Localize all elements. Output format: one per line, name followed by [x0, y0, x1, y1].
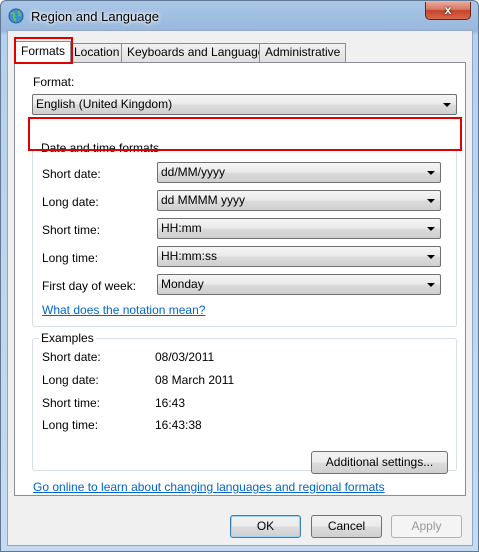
tab-strip: Formats Location Keyboards and Languages…	[8, 41, 472, 63]
chevron-down-icon	[427, 283, 435, 287]
short-date-label: Short date:	[42, 167, 101, 181]
long-date-dropdown[interactable]: dd MMMM yyyy	[157, 190, 441, 211]
cancel-button[interactable]: Cancel	[311, 515, 382, 538]
globe-icon	[8, 8, 24, 24]
long-date-label: Long date:	[42, 195, 99, 209]
short-time-dropdown[interactable]: HH:mm	[157, 218, 441, 239]
tab-formats[interactable]: Formats	[15, 41, 72, 63]
format-label: Format:	[33, 75, 75, 89]
example-long-date-label: Long date:	[42, 373, 99, 387]
tab-administrative[interactable]: Administrative	[259, 43, 347, 62]
chevron-down-icon	[427, 171, 435, 175]
example-long-time-label: Long time:	[42, 418, 99, 432]
short-time-value: HH:mm	[161, 221, 202, 235]
long-time-dropdown[interactable]: HH:mm:ss	[157, 246, 441, 267]
long-time-label: Long time:	[42, 251, 99, 265]
online-formats-link[interactable]: Go online to learn about changing langua…	[33, 480, 385, 494]
first-day-of-week-label: First day of week:	[42, 279, 137, 293]
tab-location[interactable]: Location	[68, 43, 126, 62]
region-language-window: Region and Language x Formats Location K…	[0, 0, 479, 552]
example-long-date-value: 08 March 2011	[155, 373, 235, 387]
example-short-date-value: 08/03/2011	[155, 350, 215, 364]
window-title: Region and Language	[31, 9, 159, 24]
short-time-label: Short time:	[42, 223, 101, 237]
title-bar[interactable]: Region and Language x	[1, 1, 478, 31]
close-icon: x	[444, 3, 452, 17]
first-day-of-week-value: Monday	[161, 277, 204, 291]
examples-title: Examples	[39, 331, 96, 345]
short-date-value: dd/MM/yyyy	[161, 165, 226, 179]
formats-tab-page: Format: English (United Kingdom) Date an…	[14, 62, 466, 496]
apply-button[interactable]: Apply	[391, 515, 462, 538]
notation-help-link[interactable]: What does the notation mean?	[42, 303, 205, 317]
example-short-time-label: Short time:	[42, 396, 101, 410]
additional-settings-button[interactable]: Additional settings...	[311, 451, 448, 474]
chevron-down-icon	[443, 103, 451, 107]
long-date-value: dd MMMM yyyy	[161, 193, 245, 207]
short-date-dropdown[interactable]: dd/MM/yyyy	[157, 162, 441, 183]
chevron-down-icon	[427, 227, 435, 231]
ok-button[interactable]: OK	[230, 515, 301, 538]
format-value: English (United Kingdom)	[36, 97, 173, 111]
long-time-value: HH:mm:ss	[161, 249, 217, 263]
first-day-of-week-dropdown[interactable]: Monday	[157, 274, 441, 295]
close-button[interactable]: x	[425, 2, 471, 20]
format-dropdown[interactable]: English (United Kingdom)	[32, 94, 457, 115]
date-time-formats-title: Date and time formats	[39, 141, 162, 155]
example-short-time-value: 16:43	[155, 396, 186, 410]
example-long-time-value: 16:43:38	[155, 418, 202, 432]
chevron-down-icon	[427, 199, 435, 203]
chevron-down-icon	[427, 255, 435, 259]
example-short-date-label: Short date:	[42, 350, 101, 364]
dialog-client-area: Formats Location Keyboards and Languages…	[7, 30, 473, 546]
tab-keyboards-and-languages[interactable]: Keyboards and Languages	[121, 43, 277, 62]
